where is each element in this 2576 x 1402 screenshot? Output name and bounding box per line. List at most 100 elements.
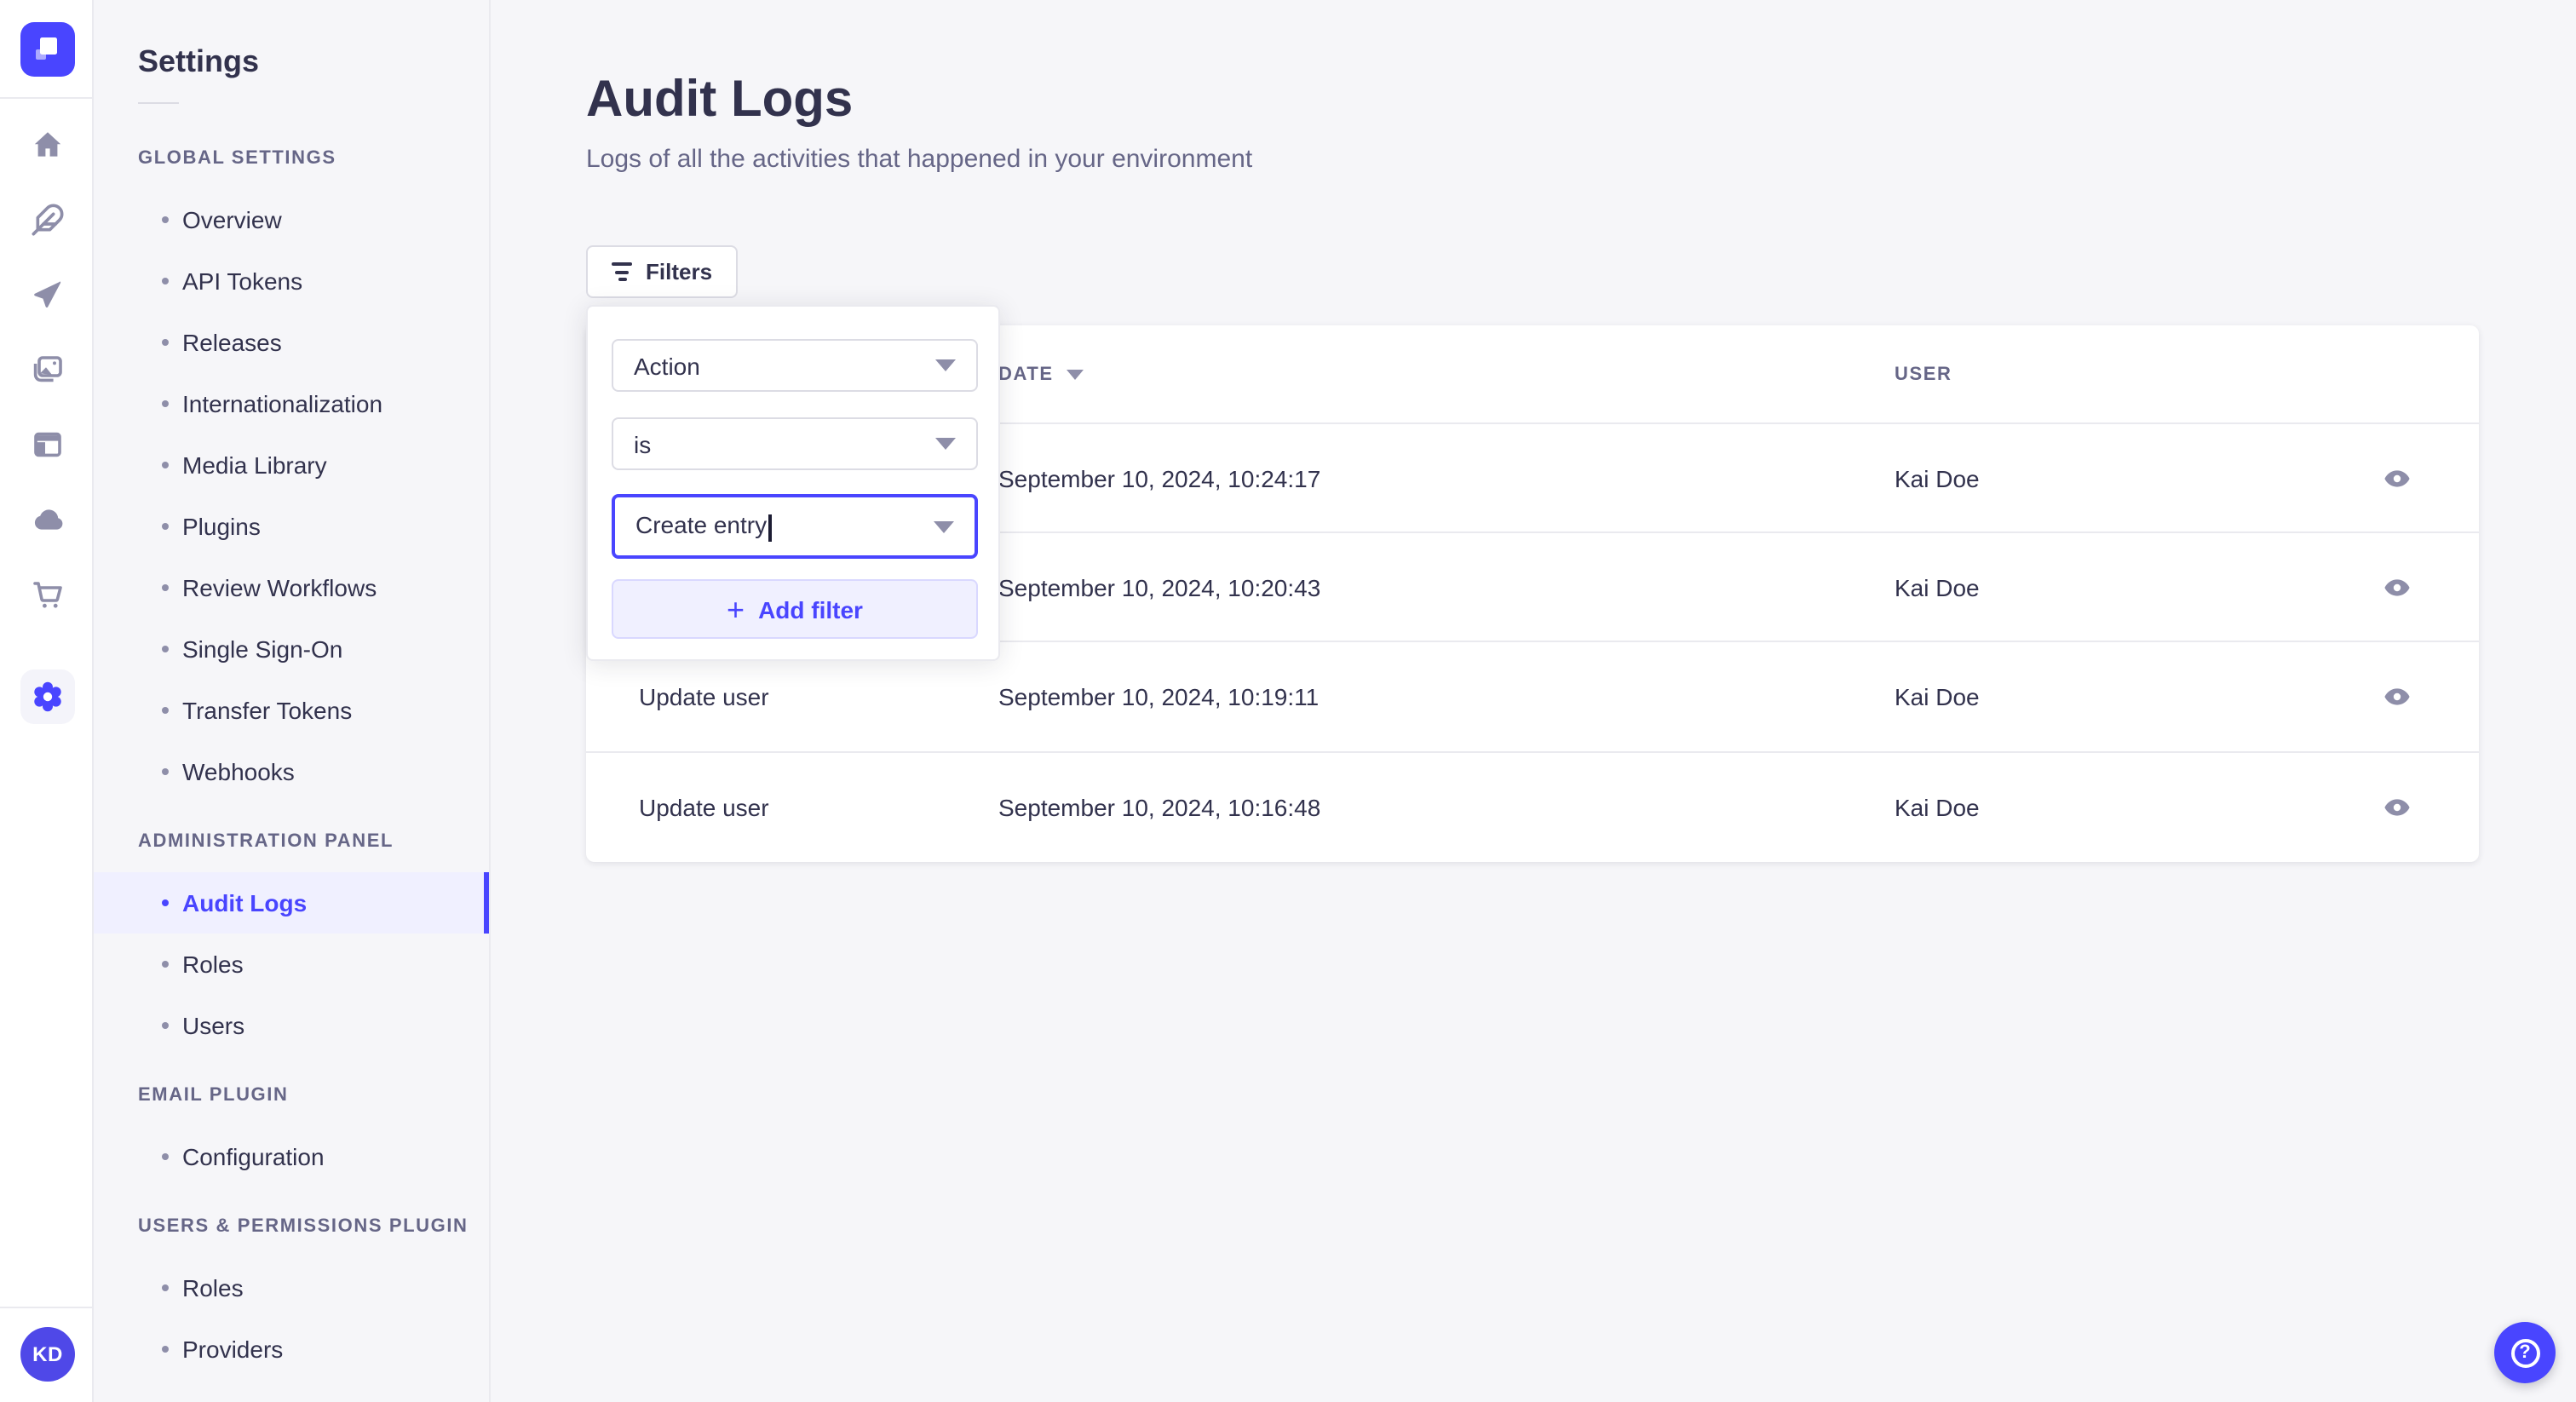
cart-icon[interactable] xyxy=(26,574,67,615)
filters-button-label: Filters xyxy=(646,259,713,284)
subnav-item-label: Providers xyxy=(182,1336,284,1363)
text-cursor xyxy=(768,514,772,542)
date-cell: September 10, 2024, 10:20:43 xyxy=(998,573,1321,601)
media-library-icon[interactable] xyxy=(26,349,67,390)
add-filter-label: Add filter xyxy=(758,595,863,623)
bullet-icon xyxy=(162,899,169,906)
view-entry-button[interactable] xyxy=(2360,786,2435,827)
subnav-item-label: Webhooks xyxy=(182,758,295,785)
subnav-item-configuration[interactable]: Configuration xyxy=(94,1126,489,1187)
add-filter-button[interactable]: + Add filter xyxy=(612,579,978,639)
send-icon[interactable] xyxy=(26,274,67,315)
user-avatar[interactable]: KD xyxy=(20,1327,75,1382)
subnav-sections: GLOBAL SETTINGS Overview API Tokens Rele… xyxy=(94,128,489,1380)
subnav-section: GLOBAL SETTINGS Overview API Tokens Rele… xyxy=(94,128,489,802)
bullet-icon xyxy=(162,400,169,407)
subnav-item-roles[interactable]: Roles xyxy=(94,934,489,995)
filter-value-combobox[interactable]: Create entry xyxy=(612,494,978,559)
eye-icon xyxy=(2384,469,2410,486)
date-cell: September 10, 2024, 10:24:17 xyxy=(998,464,1321,492)
filters-button[interactable]: Filters xyxy=(586,245,739,298)
subnav-item-overview[interactable]: Overview xyxy=(94,189,489,250)
subnav-item-label: Users xyxy=(182,1012,245,1039)
filter-field-select[interactable]: Action xyxy=(612,339,978,392)
subnav-item-label: Roles xyxy=(182,951,244,978)
eye-icon xyxy=(2384,798,2410,815)
layout-icon[interactable] xyxy=(26,424,67,465)
user-cell: Kai Doe xyxy=(1895,464,1980,492)
subnav-item-label: Audit Logs xyxy=(182,889,308,916)
subnav-item-providers[interactable]: Providers xyxy=(94,1319,489,1380)
bullet-icon xyxy=(162,339,169,346)
column-header-date[interactable]: DATE xyxy=(998,364,1895,384)
subnav-item-api-tokens[interactable]: API Tokens xyxy=(94,250,489,312)
home-icon[interactable] xyxy=(26,124,67,165)
subnav-item-label: Releases xyxy=(182,329,282,356)
subnav-item-label: Review Workflows xyxy=(182,574,377,601)
chevron-down-icon xyxy=(935,359,956,371)
subnav-item-webhooks[interactable]: Webhooks xyxy=(94,741,489,802)
help-icon: ? xyxy=(2510,1338,2539,1367)
bullet-icon xyxy=(162,1022,169,1029)
subnav-item-plugins[interactable]: Plugins xyxy=(94,496,489,557)
rail-divider xyxy=(0,1307,94,1308)
subnav-item-transfer-tokens[interactable]: Transfer Tokens xyxy=(94,680,489,741)
bullet-icon xyxy=(162,1284,169,1291)
date-cell: September 10, 2024, 10:16:48 xyxy=(998,793,1321,821)
subnav-item-single-sign-on[interactable]: Single Sign-On xyxy=(94,618,489,680)
filter-icon xyxy=(612,262,632,281)
user-cell: Kai Doe xyxy=(1895,682,1980,710)
date-cell: September 10, 2024, 10:19:11 xyxy=(998,682,1320,710)
main-nav-rail: KD xyxy=(0,0,94,1402)
subnav-item-review-workflows[interactable]: Review Workflows xyxy=(94,557,489,618)
subnav-item-releases[interactable]: Releases xyxy=(94,312,489,373)
plus-icon: + xyxy=(727,592,745,626)
subnav-section: ADMINISTRATION PANEL Audit Logs Roles Us… xyxy=(94,811,489,1056)
bullet-icon xyxy=(162,768,169,775)
action-cell: Update user xyxy=(639,682,769,710)
subnav-item-label: Overview xyxy=(182,206,282,233)
strapi-logo[interactable] xyxy=(20,22,75,77)
filter-value-text: Create entry xyxy=(635,511,768,539)
sort-desc-icon xyxy=(1067,369,1084,379)
subnav-item-label: Media Library xyxy=(182,451,327,479)
rail-divider xyxy=(0,97,94,99)
filters-popover: Action is Create entry + Add filter xyxy=(586,305,1000,661)
filter-operator-select[interactable]: is xyxy=(612,417,978,470)
subnav-item-audit-logs[interactable]: Audit Logs xyxy=(94,872,489,934)
user-cell: Kai Doe xyxy=(1895,793,1980,821)
subnav-section: USERS & PERMISSIONS PLUGIN Roles Provide… xyxy=(94,1196,489,1380)
main-content: Audit Logs Logs of all the activities th… xyxy=(491,0,2576,1402)
subnav-item-label: Roles xyxy=(182,1274,244,1301)
help-button[interactable]: ? xyxy=(2494,1322,2556,1383)
user-cell: Kai Doe xyxy=(1895,573,1980,601)
action-cell: Update user xyxy=(639,793,769,821)
cloud-icon[interactable] xyxy=(26,499,67,540)
subnav-item-label: Internationalization xyxy=(182,390,383,417)
bullet-icon xyxy=(162,278,169,284)
subnav-item-media-library[interactable]: Media Library xyxy=(94,434,489,496)
bullet-icon xyxy=(162,216,169,223)
view-entry-button[interactable] xyxy=(2360,567,2435,608)
bullet-icon xyxy=(162,584,169,591)
feather-icon[interactable] xyxy=(26,199,67,240)
page-subtitle: Logs of all the activities that happened… xyxy=(586,145,1253,174)
bullet-icon xyxy=(162,1346,169,1353)
view-entry-button[interactable] xyxy=(2360,676,2435,717)
app-window: KD Settings GLOBAL SETTINGS Overview API… xyxy=(0,0,2576,1402)
bullet-icon xyxy=(162,1153,169,1160)
gear-icon[interactable] xyxy=(20,669,74,724)
eye-icon xyxy=(2384,578,2410,596)
subnav-item-internationalization[interactable]: Internationalization xyxy=(94,373,489,434)
filter-operator-value: is xyxy=(634,430,652,457)
table-row[interactable]: Update user September 10, 2024, 10:16:48… xyxy=(586,752,2479,861)
view-entry-button[interactable] xyxy=(2360,457,2435,498)
subnav-item-users[interactable]: Users xyxy=(94,995,489,1056)
column-header-user[interactable]: USER xyxy=(1895,364,2360,384)
subnav-item-roles[interactable]: Roles xyxy=(94,1257,489,1319)
subnav-section-label: ADMINISTRATION PANEL xyxy=(138,831,394,852)
subnav-section-label: USERS & PERMISSIONS PLUGIN xyxy=(138,1216,469,1237)
chevron-down-icon xyxy=(934,520,954,532)
filter-field-value: Action xyxy=(634,352,700,379)
bullet-icon xyxy=(162,707,169,714)
